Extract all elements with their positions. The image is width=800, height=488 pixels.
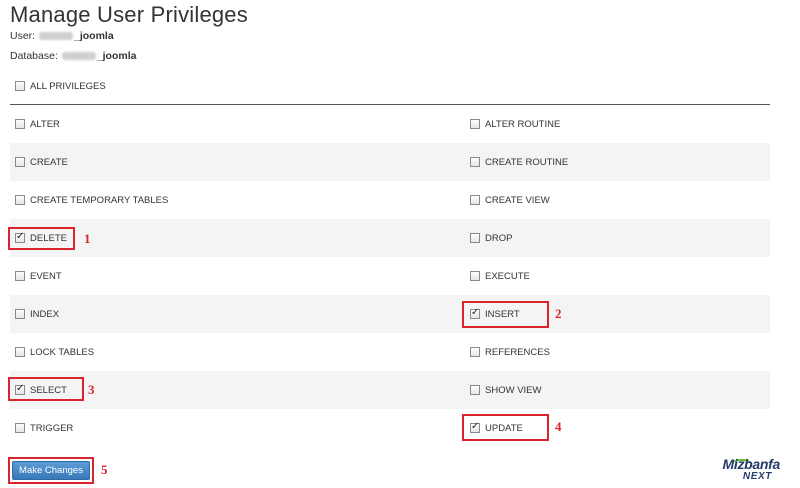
user-value: _joomla [74, 30, 114, 42]
privilege-label: TRIGGER [30, 422, 74, 434]
privilege-row: DELETE DROP [10, 219, 770, 257]
privilege-label: EVENT [30, 270, 62, 282]
privilege-checkbox[interactable] [470, 119, 480, 129]
privilege-trigger[interactable]: TRIGGER [15, 409, 73, 447]
privilege-label: ALTER [30, 118, 60, 130]
privilege-label: ALTER ROUTINE [485, 118, 561, 130]
privilege-row: CREATE TEMPORARY TABLES CREATE VIEW [10, 181, 770, 219]
privilege-create[interactable]: CREATE [15, 143, 68, 181]
step-number-4: 4 [555, 419, 562, 434]
privilege-row: SELECT SHOW VIEW [10, 371, 770, 409]
privilege-row: EVENT EXECUTE [10, 257, 770, 295]
privilege-label: DROP [485, 232, 513, 244]
privilege-checkbox[interactable] [15, 157, 25, 167]
privilege-label: INDEX [30, 308, 60, 320]
privilege-create-view[interactable]: CREATE VIEW [470, 181, 550, 219]
privilege-label: CREATE VIEW [485, 194, 550, 206]
privilege-checkbox[interactable] [15, 309, 25, 319]
privilege-row: CREATE CREATE ROUTINE [10, 143, 770, 181]
privilege-label: CREATE TEMPORARY TABLES [30, 194, 169, 206]
privilege-show-view[interactable]: SHOW VIEW [470, 371, 541, 409]
database-label: Database: [10, 50, 58, 62]
privilege-create-temporary-tables[interactable]: CREATE TEMPORARY TABLES [15, 181, 168, 219]
user-info: User: _joomla [10, 30, 114, 42]
user-label: User: [10, 30, 36, 42]
privilege-checkbox[interactable] [470, 233, 480, 243]
redacted-username [39, 32, 74, 41]
highlight-update [462, 414, 549, 441]
privilege-checkbox[interactable] [15, 119, 25, 129]
privilege-alter-routine[interactable]: ALTER ROUTINE [470, 105, 560, 143]
privilege-label: REFERENCES [485, 346, 550, 358]
privilege-checkbox[interactable] [470, 385, 480, 395]
redacted-database [61, 52, 96, 61]
highlight-select [8, 377, 84, 401]
privilege-row: LOCK TABLES REFERENCES [10, 333, 770, 371]
privilege-execute[interactable]: EXECUTE [470, 257, 530, 295]
logo-text: Mizbanfa [722, 456, 781, 472]
privilege-label: SHOW VIEW [485, 384, 542, 396]
privilege-row: ALTER ALTER ROUTINE [10, 105, 770, 143]
privilege-create-routine[interactable]: CREATE ROUTINE [470, 143, 568, 181]
privilege-row: INDEX INSERT [10, 295, 770, 333]
privilege-label: LOCK TABLES [30, 346, 95, 358]
privilege-checkbox[interactable] [470, 347, 480, 357]
privilege-label: CREATE [30, 156, 68, 168]
privilege-row: TRIGGER UPDATE [10, 409, 770, 447]
privilege-checkbox[interactable] [470, 195, 480, 205]
privilege-checkbox[interactable] [470, 157, 480, 167]
privilege-index[interactable]: INDEX [15, 295, 59, 333]
highlight-delete [8, 227, 75, 250]
step-number-3: 3 [88, 382, 95, 397]
highlight-insert [462, 301, 549, 328]
privilege-references[interactable]: REFERENCES [470, 333, 550, 371]
database-value: _joomla [96, 50, 137, 62]
privilege-checkbox[interactable] [15, 347, 25, 357]
mizbanfa-logo: Mizbanfa NEXT [700, 456, 781, 484]
all-privileges-label: ALL PRIVILEGES [30, 80, 106, 92]
make-changes-button[interactable]: Make Changes [12, 461, 90, 480]
privileges-grid: ALTER ALTER ROUTINE CREATE CREATE ROUTIN… [10, 105, 770, 447]
step-number-5: 5 [101, 462, 108, 477]
privilege-label: CREATE ROUTINE [485, 156, 569, 168]
privilege-checkbox[interactable] [470, 271, 480, 281]
database-info: Database: _joomla [10, 50, 136, 62]
privilege-event[interactable]: EVENT [15, 257, 62, 295]
page-title: Manage User Privileges [10, 2, 248, 27]
privilege-checkbox[interactable] [15, 271, 25, 281]
privilege-label: EXECUTE [485, 270, 530, 282]
all-privileges-option[interactable]: ALL PRIVILEGES [15, 80, 106, 92]
privilege-checkbox[interactable] [15, 195, 25, 205]
privilege-alter[interactable]: ALTER [15, 105, 60, 143]
logo-subtext: NEXT [742, 471, 772, 482]
step-number-2: 2 [555, 306, 562, 321]
privilege-drop[interactable]: DROP [470, 219, 512, 257]
step-number-1: 1 [84, 231, 91, 246]
all-privileges-checkbox[interactable] [15, 81, 25, 91]
privilege-lock-tables[interactable]: LOCK TABLES [15, 333, 94, 371]
privilege-checkbox[interactable] [15, 423, 25, 433]
